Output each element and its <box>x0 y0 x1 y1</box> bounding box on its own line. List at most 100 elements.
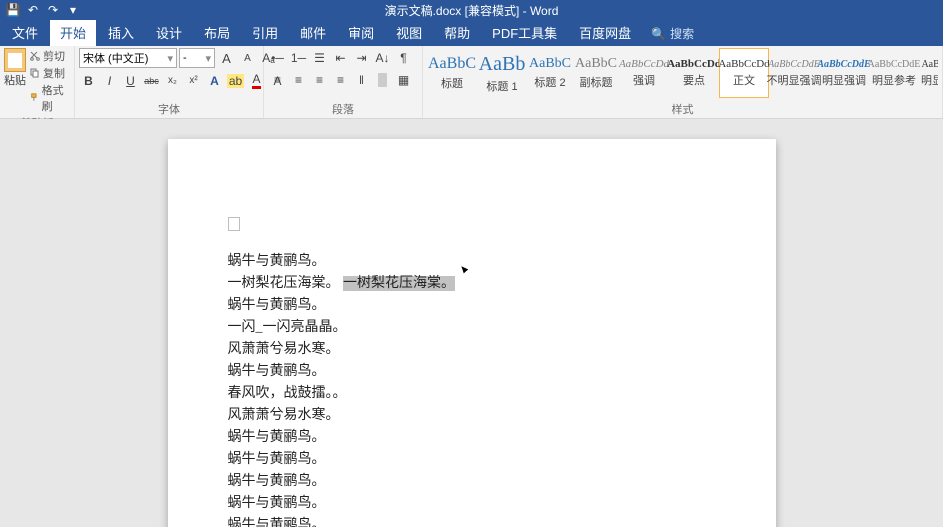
tab-file[interactable]: 文件 <box>2 19 48 46</box>
group-paragraph-label: 段落 <box>268 100 418 117</box>
style-item[interactable]: AaBbCcDdE不明显强调 <box>769 48 819 98</box>
doc-line[interactable]: 春风吹，战鼓擂。。 <box>228 383 716 405</box>
style-item[interactable]: AaBbCcDdE明显强调 <box>819 48 869 98</box>
borders-button[interactable]: ▦ <box>394 70 413 89</box>
style-preview: AaBbC <box>428 55 476 73</box>
italic-button[interactable]: I <box>100 71 119 90</box>
font-size-select[interactable]: -▾ <box>179 48 215 68</box>
style-item[interactable]: AaBbC 标题 <box>427 48 477 98</box>
style-name: 标题 1 <box>486 78 517 94</box>
group-clipboard: 粘贴 剪切 复制 <box>0 46 75 118</box>
style-item[interactable]: AaBbCcDdE明显参考 <box>869 48 919 98</box>
text-effects-button[interactable]: A <box>205 71 224 90</box>
numbering-button[interactable]: 1─ <box>289 48 308 67</box>
style-name: 不明显强调 <box>767 72 822 88</box>
highlight-button[interactable]: ab <box>226 71 245 90</box>
style-name: 要点 <box>683 72 705 88</box>
tab-design[interactable]: 设计 <box>146 19 192 46</box>
tab-view[interactable]: 视图 <box>386 19 432 46</box>
style-preview: AaBbCcDd <box>619 58 669 70</box>
align-center-button[interactable]: ≡ <box>289 70 308 89</box>
tab-review[interactable]: 审阅 <box>338 19 384 46</box>
incr-indent-button[interactable]: ⇥ <box>352 48 371 67</box>
qat-dropdown-icon[interactable]: ▾ <box>66 3 80 17</box>
style-preview: AaBbC <box>529 56 571 72</box>
style-item[interactable]: AaBb 标题 1 <box>477 48 527 98</box>
save-icon[interactable]: 💾 <box>6 3 20 17</box>
style-preview: AaBb <box>479 53 526 76</box>
style-item[interactable]: AaBbC标题 2 <box>527 48 573 98</box>
doc-line[interactable]: 蜗牛与黄鹂鸟。 <box>228 361 716 383</box>
line-spacing-button[interactable]: ‖ <box>352 70 371 89</box>
tab-home[interactable]: 开始 <box>50 19 96 46</box>
strike-button[interactable]: abc <box>142 71 161 90</box>
style-item[interactable]: AaBbCcDd正文 <box>719 48 769 98</box>
justify-button[interactable]: ≡ <box>331 70 350 89</box>
doc-line[interactable]: 蜗牛与黄鹂鸟。 <box>228 251 716 273</box>
bold-button[interactable]: B <box>79 71 98 90</box>
bullets-button[interactable]: •─ <box>268 48 287 67</box>
align-left-button[interactable]: ≡ <box>268 70 287 89</box>
style-item[interactable]: AaBbC副标题 <box>573 48 619 98</box>
superscript-button[interactable]: x² <box>184 71 203 90</box>
doc-line[interactable]: 风萧萧兮易水寒。 <box>228 339 716 361</box>
doc-line[interactable]: 蜗牛与黄鹂鸟。 <box>228 427 716 449</box>
undo-icon[interactable]: ↶ <box>26 3 40 17</box>
format-painter-label: 格式刷 <box>42 82 70 114</box>
style-preview: AaBbCcDd <box>667 58 721 70</box>
style-name: 副标题 <box>580 74 613 90</box>
tab-help[interactable]: 帮助 <box>434 19 480 46</box>
doc-line[interactable]: 蜗牛与黄鹂鸟。 <box>228 471 716 493</box>
paste-button[interactable]: 粘贴 <box>4 48 26 88</box>
doc-line[interactable]: 蜗牛与黄鹂鸟。 <box>228 295 716 317</box>
cut-button[interactable]: 剪切 <box>30 48 70 64</box>
tab-pdf-tools[interactable]: PDF工具集 <box>482 19 567 46</box>
tab-mail[interactable]: 邮件 <box>290 19 336 46</box>
shrink-font-button[interactable]: A <box>238 49 257 68</box>
search-icon: 🔍 <box>651 27 666 41</box>
shading-button[interactable] <box>373 70 392 89</box>
doc-line[interactable]: 一树梨花压海棠。 一树梨花压海棠。 <box>228 273 716 295</box>
tab-references[interactable]: 引用 <box>242 19 288 46</box>
font-name-select[interactable]: 宋体 (中文正)▾ <box>79 48 177 68</box>
tab-layout[interactable]: 布局 <box>194 19 240 46</box>
style-name: 标题 <box>441 75 463 91</box>
style-item[interactable]: AaBbCcDd 要点 <box>669 48 719 98</box>
doc-line[interactable]: 蜗牛与黄鹂鸟。 <box>228 515 716 527</box>
style-item[interactable]: AaBbCcDd 强调 <box>619 48 669 98</box>
doc-line[interactable]: 蜗牛与黄鹂鸟。 <box>228 493 716 515</box>
doc-line[interactable]: 风萧萧兮易水寒。 <box>228 405 716 427</box>
styles-gallery[interactable]: AaBbC标题AaBb标题 1AaBbC标题 2AaBbC副标题AaBbCcDd… <box>427 48 938 98</box>
style-preview: AaBl <box>921 59 938 70</box>
sort-button[interactable]: A↓ <box>373 48 392 67</box>
cut-label: 剪切 <box>43 48 65 64</box>
copy-button[interactable]: 复制 <box>30 65 70 81</box>
format-painter-button[interactable]: 格式刷 <box>30 82 70 114</box>
document-area[interactable]: 蜗牛与黄鹂鸟。一树梨花压海棠。 一树梨花压海棠。蜗牛与黄鹂鸟。一闪_一闪亮晶晶。… <box>0 119 943 527</box>
tell-me[interactable]: 🔍 搜索 <box>643 21 702 46</box>
subscript-button[interactable]: x₂ <box>163 71 182 90</box>
font-name-value: 宋体 (中文正) <box>83 50 148 66</box>
copy-icon <box>30 68 40 78</box>
group-styles-label: 样式 <box>427 100 938 117</box>
tab-insert[interactable]: 插入 <box>98 19 144 46</box>
align-right-button[interactable]: ≡ <box>310 70 329 89</box>
doc-line[interactable]: 一闪_一闪亮晶晶。 <box>228 317 716 339</box>
style-name: 明显参考 <box>872 72 916 88</box>
underline-button[interactable]: U <box>121 71 140 90</box>
grow-font-button[interactable]: A <box>217 49 236 68</box>
font-size-value: - <box>183 52 187 64</box>
style-name: 强调 <box>633 72 655 88</box>
decr-indent-button[interactable]: ⇤ <box>331 48 350 67</box>
selection[interactable]: 一树梨花压海棠。 <box>343 276 455 291</box>
tab-baidu[interactable]: 百度网盘 <box>569 19 641 46</box>
page[interactable]: 蜗牛与黄鹂鸟。一树梨花压海棠。 一树梨花压海棠。蜗牛与黄鹂鸟。一闪_一闪亮晶晶。… <box>168 139 776 527</box>
show-marks-button[interactable]: ¶ <box>394 48 413 67</box>
paste-icon <box>4 48 26 72</box>
format-painter-icon <box>30 93 39 103</box>
redo-icon[interactable]: ↷ <box>46 3 60 17</box>
style-item[interactable]: AaBl明显 <box>919 48 938 98</box>
multilevel-button[interactable]: ☰ <box>310 48 329 67</box>
doc-line[interactable]: 蜗牛与黄鹂鸟。 <box>228 449 716 471</box>
group-styles: AaBbC标题AaBb标题 1AaBbC标题 2AaBbC副标题AaBbCcDd… <box>423 46 943 118</box>
